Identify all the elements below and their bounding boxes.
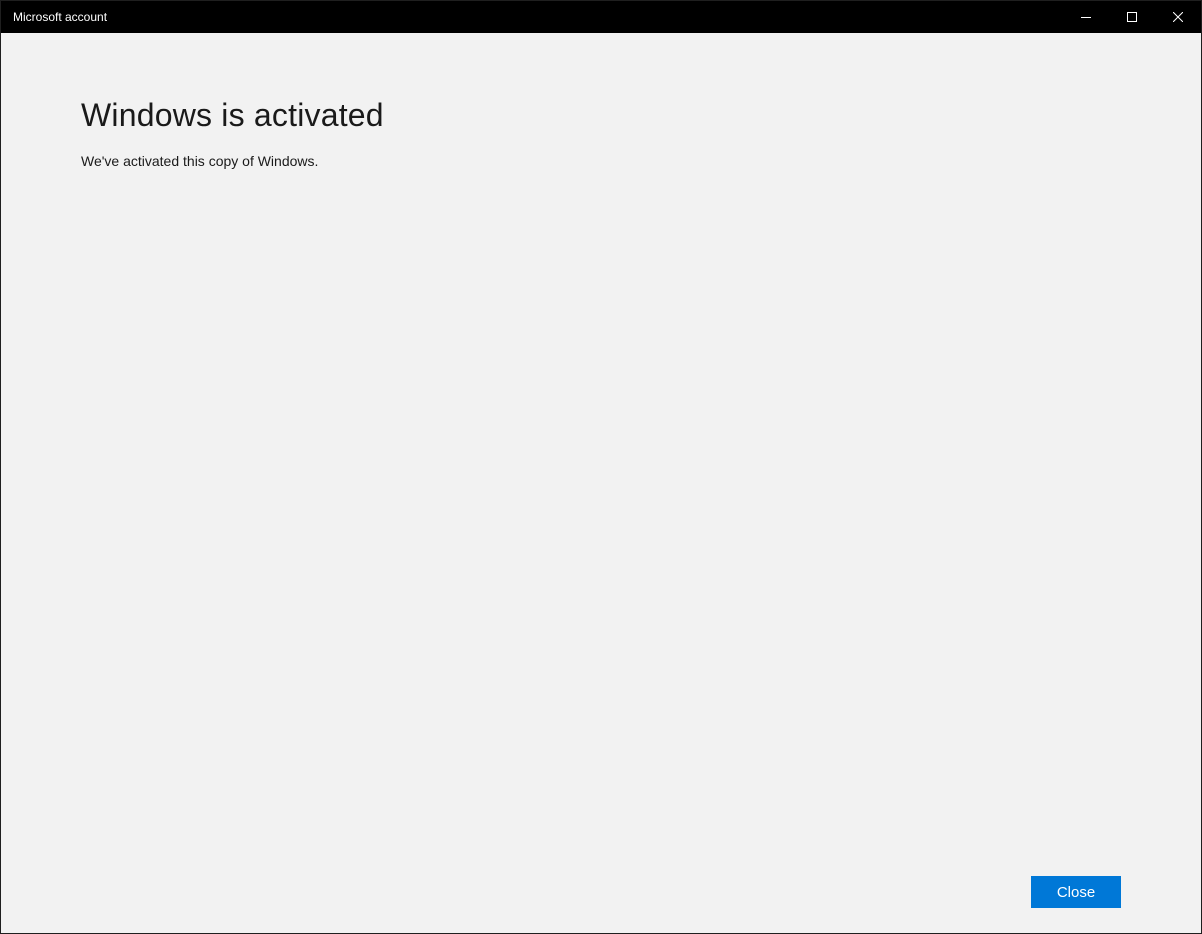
page-title: Windows is activated [81, 97, 384, 133]
maximize-icon [1127, 12, 1137, 22]
dialog-content: Windows is activated We've activated thi… [1, 33, 1201, 933]
window-title: Microsoft account [13, 10, 108, 24]
app-window: Microsoft account Windows is activated W… [0, 0, 1202, 934]
close-button[interactable]: Close [1031, 876, 1121, 908]
window-controls [1063, 1, 1201, 33]
title-bar[interactable]: Microsoft account [1, 1, 1201, 33]
close-icon [1173, 12, 1183, 22]
close-window-button[interactable] [1155, 1, 1201, 33]
minimize-button[interactable] [1063, 1, 1109, 33]
minimize-icon [1081, 17, 1091, 18]
maximize-button[interactable] [1109, 1, 1155, 33]
activation-message: We've activated this copy of Windows. [81, 153, 319, 169]
